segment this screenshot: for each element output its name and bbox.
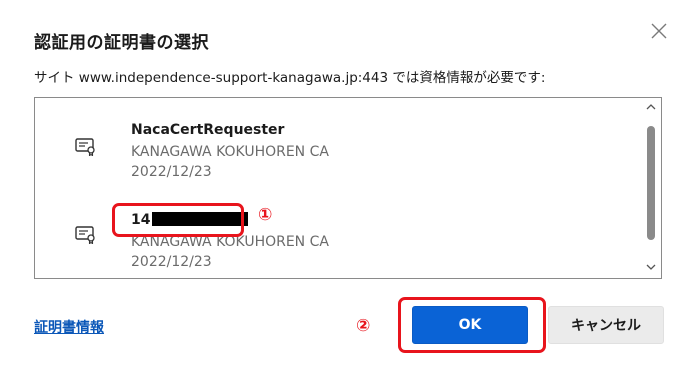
site-requirement-text: サイト www.independence-support-kanagawa.jp… — [34, 70, 546, 86]
list-scrollbar[interactable] — [641, 98, 661, 278]
certificate-icon — [75, 226, 95, 244]
annotation-highlight-2 — [398, 297, 546, 353]
certificate-date: 2022/12/23 — [131, 254, 212, 270]
cancel-button[interactable]: キャンセル — [548, 306, 664, 344]
annotation-marker-2: ② — [356, 316, 371, 336]
annotation-marker-1: ① — [258, 205, 273, 225]
certificate-icon — [75, 138, 95, 156]
annotation-highlight-1 — [112, 203, 244, 237]
close-icon[interactable] — [650, 22, 668, 40]
scroll-thumb[interactable] — [647, 126, 655, 240]
certificate-issuer: KANAGAWA KOKUHOREN CA — [131, 144, 329, 160]
certificate-item[interactable]: NacaCertRequester KANAGAWA KOKUHOREN CA … — [35, 98, 641, 188]
certificate-name: NacaCertRequester — [131, 122, 285, 138]
dialog-title: 認証用の証明書の選択 — [34, 33, 209, 53]
scroll-down-icon[interactable] — [645, 262, 657, 272]
scroll-up-icon[interactable] — [645, 102, 657, 112]
certificate-info-link[interactable]: 証明書情報 — [34, 317, 104, 337]
certificate-select-dialog: 認証用の証明書の選択 サイト www.independence-support-… — [0, 0, 681, 369]
certificate-date: 2022/12/23 — [131, 164, 212, 180]
certificate-list[interactable]: NacaCertRequester KANAGAWA KOKUHOREN CA … — [34, 97, 662, 279]
